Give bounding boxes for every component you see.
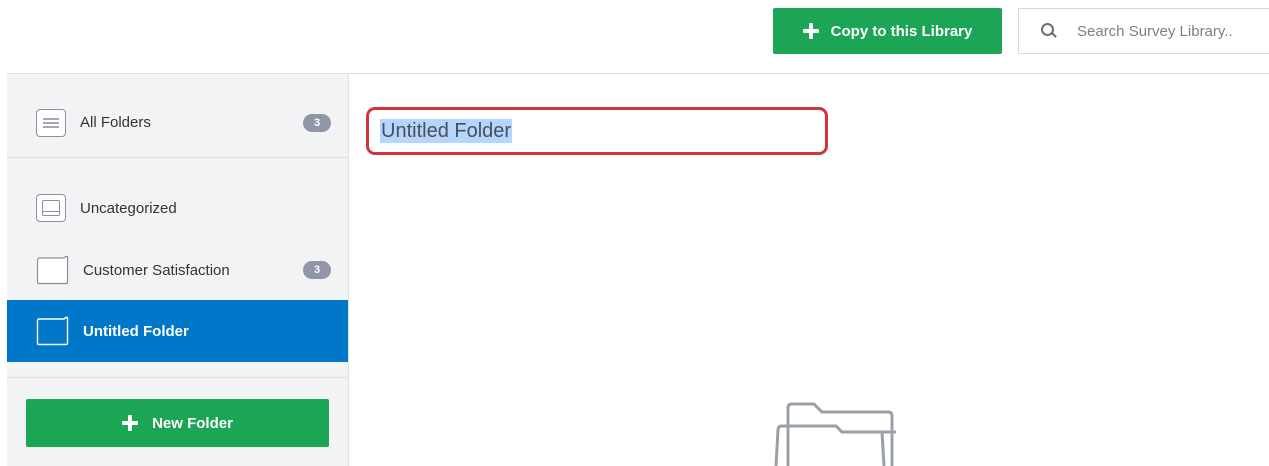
sidebar-item-label: Customer Satisfaction xyxy=(83,261,230,279)
search-input[interactable] xyxy=(1077,22,1269,40)
copy-to-library-label: Copy to this Library xyxy=(830,22,973,40)
sidebar-item-label: Untitled Folder xyxy=(83,322,189,340)
sidebar-item-customer-satisfaction[interactable]: Customer Satisfaction 3 xyxy=(7,244,348,296)
folder-title-value[interactable]: Untitled Folder xyxy=(380,119,513,143)
sidebar-item-label: All Folders xyxy=(80,114,151,131)
sidebar-item-label: Uncategorized xyxy=(80,199,177,217)
count-badge: 3 xyxy=(303,261,331,279)
folder-icon xyxy=(36,255,69,285)
copy-to-library-button[interactable]: Copy to this Library xyxy=(773,8,1002,54)
search-box[interactable] xyxy=(1018,8,1269,54)
folder-icon xyxy=(36,316,69,346)
plus-icon xyxy=(122,415,139,431)
list-icon xyxy=(36,108,66,137)
folder-title-input[interactable]: Untitled Folder xyxy=(366,107,828,155)
search-icon xyxy=(1041,23,1057,39)
sidebar-item-uncategorized[interactable]: Uncategorized xyxy=(7,182,348,234)
tray-icon xyxy=(36,194,66,222)
new-folder-button[interactable]: New Folder xyxy=(26,399,329,447)
new-folder-label: New Folder xyxy=(152,414,233,432)
survey-library-page: Copy to this Library All Folders 3 Uncat… xyxy=(0,0,1269,466)
sidebar-item-all-folders[interactable]: All Folders 3 xyxy=(7,88,348,158)
sidebar-divider xyxy=(7,377,348,378)
count-badge: 3 xyxy=(303,113,331,132)
sidebar-item-untitled-folder[interactable]: Untitled Folder xyxy=(7,300,348,362)
folder-sidebar: All Folders 3 Uncategorized Customer Sat… xyxy=(7,74,349,466)
plus-icon xyxy=(802,23,819,39)
open-folder-icon xyxy=(770,402,902,466)
